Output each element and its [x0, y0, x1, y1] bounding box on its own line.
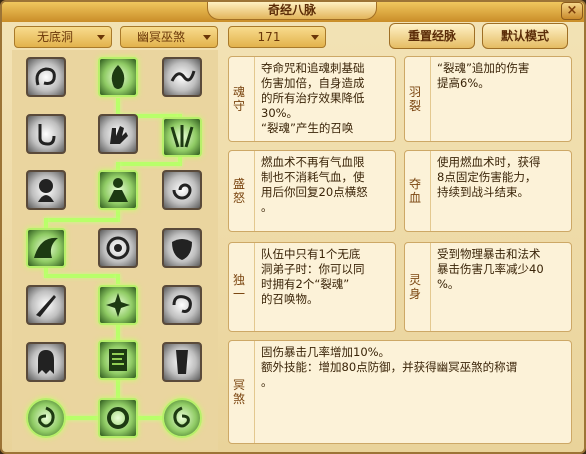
hand-skill-icon [110, 126, 128, 144]
school-dropdown[interactable]: 幽冥巫煞 [120, 26, 218, 48]
wing-skill-icon [34, 237, 58, 258]
meridian-window: 奇经八脉 × 无底洞 幽冥巫煞 171 重置经脉 默认模式 魂守 夺命咒和追魂刺… [0, 0, 586, 454]
meridian-card[interactable]: 盛怒 燃血术不再有气血限 制也不消耗气血，使 用后你回复20点横怒。 [228, 150, 396, 232]
sect-dropdown-value: 无底洞 [36, 30, 73, 44]
skill-node-r4-right[interactable] [162, 228, 202, 268]
card-label: 盛怒 [233, 151, 255, 231]
link-line [116, 274, 120, 284]
skill-node-r2-left[interactable] [26, 114, 66, 154]
skill-node-r7-left[interactable] [26, 398, 66, 438]
sect-dropdown[interactable]: 无底洞 [14, 26, 112, 48]
chevron-down-icon [203, 35, 211, 40]
skill-node-r6-right[interactable] [162, 342, 202, 382]
window-title: 奇经八脉 [207, 2, 377, 20]
hook-skill-icon [38, 124, 56, 146]
skill-node-r6-left[interactable] [26, 342, 66, 382]
skill-node-r1-left[interactable] [26, 57, 66, 97]
chevron-down-icon [311, 35, 319, 40]
skill-node-r3-right[interactable] [162, 170, 202, 210]
meridian-card-ultimate[interactable]: 冥煞 固伤暴击几率增加10%。 额外技能：增加80点防御，并获得幽冥巫煞的称谓。 [228, 340, 572, 444]
spirit-skill-icon [38, 179, 54, 202]
wave-skill-icon [170, 70, 196, 82]
skill-node-r3-left[interactable] [26, 170, 66, 210]
card-description: 队伍中只有1个无底 洞弟子时：你可以同 时拥有2个“裂魂” 的召唤物。 [261, 247, 365, 306]
meridian-card[interactable]: 灵身 受到物理暴击和法术 暴击伤害几率减少40%。 [404, 242, 572, 332]
skill-node-r4-left[interactable] [26, 228, 66, 268]
meridian-card[interactable]: 独一 队伍中只有1个无底 洞弟子时：你可以同 时拥有2个“裂魂” 的召唤物。 [228, 242, 396, 332]
card-description: “裂魂”追加的伤害 提高6%。 [437, 61, 530, 90]
skill-node-r5-mid[interactable] [98, 285, 138, 325]
skill-node-r2-right[interactable] [162, 117, 202, 157]
skill-node-r4-mid[interactable] [98, 228, 138, 268]
skill-node-r7-mid[interactable] [98, 398, 138, 438]
mask-skill-icon [172, 239, 192, 260]
card-label: 羽裂 [409, 57, 431, 141]
level-dropdown[interactable]: 171 [228, 26, 326, 48]
skill-node-r3-mid[interactable] [98, 170, 138, 210]
skill-node-r5-left[interactable] [26, 285, 66, 325]
card-description: 固伤暴击几率增加10%。 额外技能：增加80点防御，并获得幽冥巫煞的称谓。 [261, 345, 518, 389]
ring-skill-icon [107, 407, 129, 429]
skill-node-r5-right[interactable] [162, 285, 202, 325]
vortex-skill-icon [172, 183, 192, 200]
card-label: 冥煞 [233, 341, 255, 443]
meridian-card[interactable]: 羽裂 “裂魂”追加的伤害 提高6%。 [404, 56, 572, 142]
scroll-skill-icon [109, 349, 127, 371]
card-description: 受到物理暴击和法术 暴击伤害几率减少40%。 [437, 247, 544, 291]
link-line [116, 322, 120, 342]
level-dropdown-value: 171 [257, 30, 281, 44]
card-label: 魂守 [233, 57, 255, 141]
default-mode-button[interactable]: 默认模式 [482, 23, 568, 49]
link-line [116, 378, 120, 400]
card-label: 独一 [233, 243, 255, 331]
skill-node-r2-mid[interactable] [98, 114, 138, 154]
chevron-down-icon [97, 35, 105, 40]
card-label: 灵身 [409, 243, 431, 331]
spiral-skill-icon [172, 295, 192, 313]
card-label: 夺血 [409, 151, 431, 231]
link-line [118, 162, 180, 166]
school-dropdown-value: 幽冥巫煞 [136, 30, 185, 44]
swirl-skill-icon [35, 67, 56, 86]
skill-node-r6-mid[interactable] [98, 340, 138, 380]
meridian-card[interactable]: 魂守 夺命咒和追魂刺基础 伤害加倍，自身造成 的所有治疗效果降低 30%。 “裂魂”产生… [228, 56, 396, 142]
card-description: 使用燃血术时，获得 8点固定伤害能力， 持续到战斗结束。 [437, 155, 541, 199]
skill-node-r1-right[interactable] [162, 57, 202, 97]
link-line [44, 218, 48, 228]
claw-skill-icon [170, 125, 194, 148]
close-button[interactable]: × [561, 2, 583, 20]
burst-skill-icon [106, 293, 130, 317]
blade-skill-icon [36, 295, 56, 317]
rose-skill-icon [106, 236, 130, 260]
figure-skill-icon [108, 178, 128, 202]
reset-meridian-button[interactable]: 重置经脉 [389, 23, 475, 49]
link-line [46, 274, 118, 278]
skill-node-r7-right[interactable] [162, 398, 202, 438]
link-line [46, 218, 118, 222]
card-description: 夺命咒和追魂刺基础 伤害加倍，自身造成 的所有治疗效果降低 30%。 “裂魂”产生的召唤 [261, 61, 365, 135]
orb-skill-icon [38, 406, 55, 428]
flame-skill-icon [111, 65, 125, 89]
orb-skill-icon [173, 406, 190, 428]
skill-node-r1-mid[interactable] [98, 57, 138, 97]
meridian-card[interactable]: 夺血 使用燃血术时，获得 8点固定伤害能力， 持续到战斗结束。 [404, 150, 572, 232]
ghost-skill-icon [38, 350, 54, 374]
card-description: 燃血术不再有气血限 制也不消耗气血，使 用后你回复20点横怒。 [261, 155, 368, 214]
pillar-skill-icon [176, 350, 188, 374]
